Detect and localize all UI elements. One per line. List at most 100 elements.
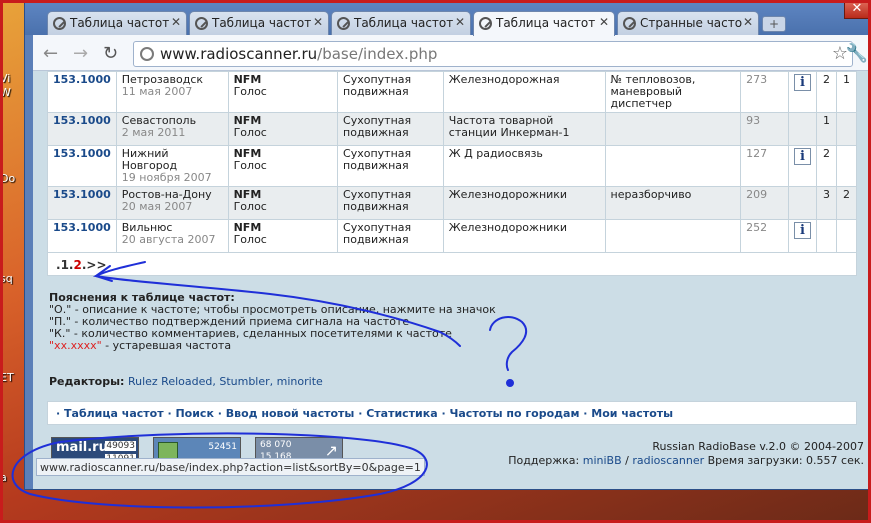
info-icon[interactable]: i (794, 148, 811, 165)
nav-add-frequency[interactable]: Ввод новой частоты (226, 407, 355, 420)
service-cell: Сухопутная подвижная (337, 71, 444, 113)
editors-links[interactable]: Rulez Reloaded, Stumbler, minorite (128, 375, 323, 388)
nav-frequency-table[interactable]: Таблица частот (64, 407, 164, 420)
modulation-cell: NFM Голос (227, 71, 339, 113)
tab-label: Таблица частот (354, 16, 454, 30)
radioscanner-favicon-icon (623, 17, 636, 30)
page-2-current: 2 (73, 258, 82, 272)
tab-5[interactable]: Странные часто ✕ (617, 11, 759, 35)
new-tab-button[interactable]: + (762, 16, 786, 32)
close-tab-icon[interactable]: ✕ (171, 15, 181, 29)
confirmations-cell: 2 (816, 71, 837, 113)
minibb-link[interactable]: miniBB (583, 454, 622, 467)
info-cell: i (788, 71, 817, 113)
comments-cell (835, 112, 858, 146)
browser-window: Таблица частот ✕ Таблица частот ✕ Таблиц… (24, 0, 871, 490)
confirmations-cell: 3 (816, 186, 837, 220)
table-legend: Пояснения к таблице частот: "О." - описа… (49, 292, 496, 352)
city-cell: Вильнюс 20 августа 2007 (115, 219, 229, 253)
count-cell: 252 (740, 219, 789, 253)
tab-strip: Таблица частот ✕ Таблица частот ✕ Таблиц… (25, 1, 870, 36)
pagination: .1.2.>> (47, 252, 857, 276)
frequency-link[interactable]: 153.1000 (47, 71, 117, 113)
radioscanner-favicon-icon (53, 17, 66, 30)
frequency-link[interactable]: 153.1000 (47, 145, 117, 187)
city-cell: Ростов-на-Дону 20 мая 2007 (115, 186, 229, 220)
editors-line: Редакторы: Rulez Reloaded, Stumbler, min… (49, 375, 323, 388)
confirmations-cell: 2 (816, 145, 837, 187)
note-cell (604, 112, 742, 146)
nav-statistics[interactable]: Статистика (366, 407, 437, 420)
reload-icon[interactable]: ↻ (103, 43, 118, 64)
city-cell: Севастополь 2 мая 2011 (115, 112, 229, 146)
table-row: 153.1000 Петрозаводск 11 мая 2007 NFM Голос С… (47, 71, 858, 113)
close-tab-icon[interactable]: ✕ (599, 15, 609, 29)
radioscanner-favicon-icon (337, 17, 350, 30)
modulation-cell: NFM Голос (227, 219, 339, 253)
nav-search[interactable]: Поиск (175, 407, 213, 420)
nav-my-frequencies[interactable]: Мои частоты (591, 407, 673, 420)
note-cell (604, 219, 742, 253)
info-cell: i (788, 145, 817, 187)
frequency-link[interactable]: 153.1000 (47, 186, 117, 220)
note-cell (604, 145, 742, 187)
frequency-link[interactable]: 153.1000 (47, 112, 117, 146)
tab-3[interactable]: Таблица частот ✕ (331, 11, 471, 35)
close-window-button[interactable]: ✕ (844, 1, 870, 19)
count-cell: 209 (740, 186, 789, 220)
tab-4-active[interactable]: Таблица частот ✕ (473, 11, 615, 36)
address-bar[interactable]: www.radioscanner.ru/base/index.php ☆ (133, 41, 853, 67)
tab-label: Таблица частот (70, 16, 170, 30)
back-arrow-icon[interactable]: ← (43, 43, 58, 64)
radioscanner-link[interactable]: radioscanner (632, 454, 704, 467)
frequency-link[interactable]: 153.1000 (47, 219, 117, 253)
table-row: 153.1000 Севастополь 2 мая 2011 NFM Голос Сух… (47, 112, 858, 146)
description-cell: Частота товарной станции Инкерман-1 (442, 112, 606, 146)
wrench-menu-icon[interactable]: 🔧 (846, 43, 868, 64)
tab-label: Таблица частот (496, 16, 596, 30)
table-row: 153.1000 Нижний Новгород 19 ноября 2007 NFM… (47, 145, 858, 187)
count-cell: 127 (740, 145, 789, 187)
forward-arrow-icon[interactable]: → (73, 43, 88, 64)
tab-label: Странные часто (640, 16, 743, 30)
info-icon[interactable]: i (794, 74, 811, 91)
description-cell: Железнодорожники (442, 186, 606, 220)
service-cell: Сухопутная подвижная (337, 219, 444, 253)
close-tab-icon[interactable]: ✕ (455, 15, 465, 29)
close-tab-icon[interactable]: ✕ (313, 15, 323, 29)
table-row: 153.1000 Вильнюс 20 августа 2007 NFM Голос Су… (47, 219, 858, 253)
next-page-link[interactable]: .>> (82, 258, 107, 272)
comments-cell (835, 219, 858, 253)
page-1-link[interactable]: 1 (61, 258, 69, 272)
globe-icon (140, 47, 154, 61)
note-cell: № тепловозов, маневровый диспетчер (604, 71, 742, 113)
comments-cell: 1 (835, 71, 858, 113)
nav-by-city[interactable]: Частоты по городам (450, 407, 580, 420)
comments-cell: 2 (835, 186, 858, 220)
description-cell: Железнодорожники (442, 219, 606, 253)
version-line: Russian RadioBase v.2.0 © 2004-2007 (652, 440, 864, 453)
tab-2[interactable]: Таблица частот ✕ (189, 11, 329, 35)
radioscanner-favicon-icon (479, 17, 492, 30)
close-tab-icon[interactable]: ✕ (743, 15, 753, 29)
city-cell: Петрозаводск 11 мая 2007 (115, 71, 229, 113)
info-cell (788, 112, 817, 146)
comments-cell (835, 145, 858, 187)
info-cell: i (788, 219, 817, 253)
service-cell: Сухопутная подвижная (337, 186, 444, 220)
status-bar-url: www.radioscanner.ru/base/index.php?actio… (36, 458, 425, 476)
modulation-cell: NFM Голос (227, 186, 339, 220)
service-cell: Сухопутная подвижная (337, 145, 444, 187)
info-cell (788, 186, 817, 220)
address-url[interactable]: www.radioscanner.ru/base/index.php (160, 45, 437, 63)
tab-label: Таблица частот (212, 16, 312, 30)
frequency-table: 153.1000 Петрозаводск 11 мая 2007 NFM Голос С… (47, 71, 858, 253)
support-line: Поддержка: miniBB / radioscanner Время з… (508, 454, 864, 467)
note-cell: неразборчиво (604, 186, 742, 220)
browser-toolbar: ← → ↻ www.radioscanner.ru/base/index.php… (33, 35, 870, 71)
tab-1[interactable]: Таблица частот ✕ (47, 11, 187, 35)
radioscanner-favicon-icon (195, 17, 208, 30)
modulation-cell: NFM Голос (227, 145, 339, 187)
info-icon[interactable]: i (794, 222, 811, 239)
site-footer: Russian RadioBase v.2.0 © 2004-2007 Подд… (508, 440, 864, 468)
